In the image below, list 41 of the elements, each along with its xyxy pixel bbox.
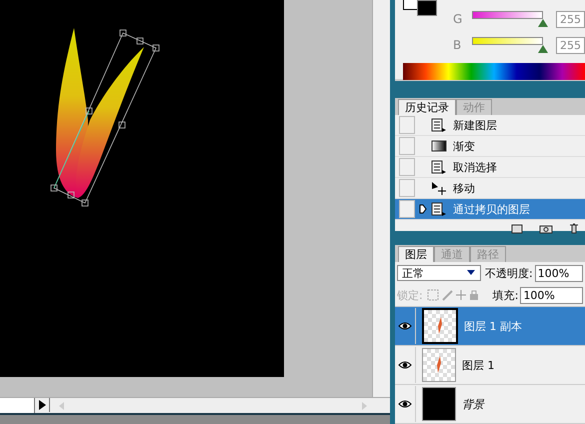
layer-row[interactable]: 图层 1 <box>395 346 585 385</box>
eye-icon[interactable] <box>398 399 412 409</box>
eye-icon[interactable] <box>398 321 412 331</box>
document-icon <box>431 118 447 132</box>
fill-field[interactable]: 100% <box>520 286 583 304</box>
color-spectrum[interactable] <box>403 63 585 80</box>
layer-thumbnail <box>422 387 456 421</box>
channel-label: G <box>453 12 464 26</box>
blend-mode-dropdown[interactable]: 正常 <box>397 265 481 281</box>
panel-tab[interactable]: 图层 <box>398 246 434 262</box>
caret-icon <box>466 270 476 276</box>
status-field <box>0 398 35 413</box>
layer-thumbnail <box>422 308 458 344</box>
trash-icon[interactable] <box>569 223 579 234</box>
value-field[interactable]: 255 <box>556 36 585 54</box>
history-state-icon <box>419 204 427 214</box>
document-icon <box>431 160 447 174</box>
slider-thumb-icon[interactable] <box>538 45 548 53</box>
gradient-icon <box>431 139 447 153</box>
new-document-icon[interactable] <box>511 224 523 234</box>
lock-label: 锁定: <box>397 288 423 302</box>
history-item[interactable]: 新建图层 <box>395 115 585 136</box>
fill-label: 填充: <box>492 288 518 302</box>
value-field[interactable]: 255 <box>556 10 585 28</box>
layer-row[interactable]: 背景 <box>395 385 585 424</box>
channel-label: B <box>453 38 462 52</box>
history-item[interactable]: 渐变 <box>395 136 585 157</box>
panel-tab[interactable]: 历史记录 <box>398 99 456 115</box>
slider-thumb-icon[interactable] <box>538 19 548 27</box>
history-item[interactable]: 取消选择 <box>395 157 585 178</box>
history-item[interactable]: 通过拷贝的图层 <box>395 199 585 220</box>
vertical-scrollbar[interactable] <box>372 0 390 397</box>
eye-icon[interactable] <box>398 360 412 370</box>
move-icon <box>431 181 447 195</box>
opacity-field[interactable]: 100% <box>534 264 583 282</box>
document-icon <box>431 202 447 216</box>
layer-thumbnail <box>422 348 456 382</box>
layer-row[interactable]: 图层 1 副本 <box>395 307 585 346</box>
color-swatches[interactable] <box>403 0 439 16</box>
camera-icon[interactable] <box>539 224 553 234</box>
opacity-label: 不透明度: <box>485 266 533 280</box>
